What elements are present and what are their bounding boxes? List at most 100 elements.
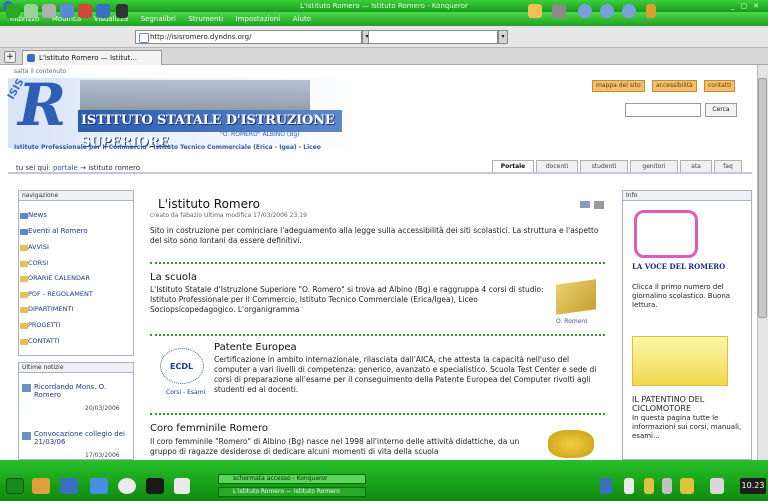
news-item-date: 17/03/2006 — [85, 452, 120, 459]
site-search-input[interactable] — [625, 103, 701, 117]
menu-impostazioni[interactable]: Impostazioni — [236, 12, 281, 26]
section-title-coro: Coro femminile Romero — [150, 423, 268, 434]
task-istituto-romero[interactable]: L'istituto Romero — Istituto Romero — [218, 487, 366, 497]
page-title: L'istituto Romero — [158, 197, 261, 211]
desktop-icon[interactable] — [32, 478, 50, 494]
zoom-fit-icon[interactable] — [600, 4, 614, 18]
voce-romero-logo[interactable] — [634, 210, 698, 258]
kmenu-icon[interactable] — [6, 478, 24, 494]
scooter-image[interactable] — [632, 336, 728, 386]
tray-sound-icon[interactable] — [662, 478, 672, 494]
search-button[interactable]: Cerca — [705, 103, 737, 117]
search-dropdown-button[interactable]: ▾ — [498, 30, 508, 44]
ecdl-logo-caption: Corsi - Esami — [166, 389, 206, 396]
books-image — [556, 279, 596, 315]
tab-docenti[interactable]: docenti — [536, 160, 578, 172]
nav-item-pof[interactable]: POF - REGOLAMENT — [28, 290, 93, 298]
nav-item-contatti[interactable]: CONTATTI — [28, 337, 60, 345]
terminal-icon[interactable] — [116, 4, 128, 18]
news-box-title: Ultime notizie — [19, 363, 133, 373]
voce-romero-title[interactable]: LA VOCE DEL ROMERO — [632, 262, 732, 271]
sitemap-link[interactable]: mappa del sito — [592, 80, 645, 92]
maximize-icon[interactable]: □ — [741, 2, 754, 10]
tray-network-icon[interactable] — [644, 478, 654, 494]
bookmark-icon[interactable] — [528, 4, 542, 18]
section-divider — [150, 334, 605, 336]
monitor-icon[interactable] — [60, 478, 78, 494]
accessibility-link[interactable]: accessibilità — [652, 80, 697, 92]
scrollbar-thumb[interactable] — [758, 78, 767, 318]
contacts-link[interactable]: contatti — [704, 80, 736, 92]
breadcrumb-home[interactable]: portale — [53, 164, 78, 172]
back-icon[interactable] — [6, 4, 20, 18]
tray-monitor-icon[interactable] — [600, 478, 612, 494]
section-text-la-scuola: L'Istituto Statale d'Istruzione Superior… — [150, 285, 544, 314]
breadcrumb-prefix: tu sei qui: — [16, 164, 51, 172]
news-item-title[interactable]: Ricordando Mons. O. Romero — [34, 383, 130, 399]
nav-item-progetti[interactable]: PROGETTI — [28, 321, 60, 329]
up-icon[interactable] — [42, 4, 56, 18]
tab-genitori[interactable]: genitori — [630, 160, 678, 172]
tray-keyboard-icon[interactable] — [680, 478, 694, 494]
patentino-title[interactable]: IL PATENTINO DEL CICLOMOTORE — [632, 395, 750, 413]
close-icon[interactable]: ✕ — [753, 2, 765, 10]
stop-icon[interactable] — [78, 4, 92, 18]
folder-icon — [20, 261, 28, 267]
clock[interactable]: 10.23 — [740, 478, 766, 494]
nav-item-orari[interactable]: ORARIE CALENDAR — [28, 274, 90, 282]
zoom-out-icon[interactable] — [622, 4, 636, 18]
menu-aiuto[interactable]: Aiuto — [293, 12, 311, 26]
nav-item-dipartimenti[interactable]: DIPARTIMENTI — [28, 305, 73, 313]
new-tab-button[interactable]: + — [4, 51, 16, 63]
navigation-box-title: navigazione — [19, 191, 133, 201]
browser-tab[interactable]: L'istituto Romero — Istitut... — [22, 50, 162, 65]
menu-segnalibri[interactable]: Segnalibri — [141, 12, 176, 26]
section-title-patente: Patente Europea — [214, 342, 297, 353]
print-page-icon[interactable] — [594, 201, 604, 209]
url-input[interactable]: http://isisromero.dyndns.org/ — [135, 30, 362, 44]
school-location: "O. ROMERO" ALBINO (Bg) — [220, 131, 300, 138]
nav-item-corsi[interactable]: CORSI — [28, 259, 48, 267]
home-icon[interactable] — [96, 4, 110, 18]
tab-faq[interactable]: faq — [714, 160, 742, 172]
folder-icon — [20, 276, 28, 282]
tab-studenti[interactable]: studenti — [580, 160, 628, 172]
section-title-la-scuola: La scuola — [150, 272, 197, 283]
nav-item-news[interactable]: News — [28, 211, 47, 219]
breadcrumb-arrow: → — [80, 164, 86, 172]
events-icon — [20, 229, 28, 235]
tab-ata[interactable]: ata — [680, 160, 712, 172]
window-controls[interactable]: _□✕ — [731, 0, 765, 12]
trash-icon[interactable] — [710, 478, 724, 494]
control-center-icon[interactable] — [90, 478, 108, 494]
help-icon[interactable] — [118, 478, 136, 494]
info-box-title: Info — [623, 191, 751, 201]
section-divider — [150, 413, 605, 415]
news-item-date: 20/03/2006 — [85, 405, 120, 412]
menu-strumenti[interactable]: Strumenti — [188, 12, 223, 26]
send-email-icon[interactable] — [580, 201, 590, 208]
web-search-input[interactable] — [368, 30, 498, 44]
minimize-icon[interactable]: _ — [731, 2, 741, 10]
forward-icon[interactable] — [24, 4, 38, 18]
terminal-icon[interactable] — [146, 478, 164, 494]
news-item-icon — [22, 432, 31, 440]
section-text-coro: Il coro femminile "Romero" di Albino (Bg… — [150, 437, 520, 456]
nav-item-eventi[interactable]: Eventi al Romero — [28, 227, 88, 235]
print-icon[interactable] — [552, 4, 566, 18]
lock-icon — [646, 4, 656, 18]
pager-icon[interactable] — [174, 478, 190, 494]
folder-icon — [20, 339, 28, 345]
patentino-text: In questa pagina tutte le informazioni s… — [632, 414, 742, 440]
task-schermata-accesso[interactable]: schermata accesso - Konqueror — [218, 474, 366, 484]
section-text-patente: Certificazione in ambito internazionale,… — [214, 355, 597, 394]
news-item-title[interactable]: Convocazione collegio dei 21/03/06 — [34, 430, 130, 446]
reload-icon[interactable] — [60, 4, 74, 18]
news-item-icon — [22, 384, 31, 392]
zoom-in-icon[interactable] — [578, 4, 592, 18]
tab-portale[interactable]: Portale — [492, 160, 534, 172]
news-icon — [20, 213, 28, 219]
nav-item-avvisi[interactable]: AVVISI — [28, 243, 49, 251]
voce-romero-text: Clicca il primo numero del giornalino sc… — [632, 283, 731, 309]
tray-clipboard-icon[interactable] — [624, 478, 634, 494]
